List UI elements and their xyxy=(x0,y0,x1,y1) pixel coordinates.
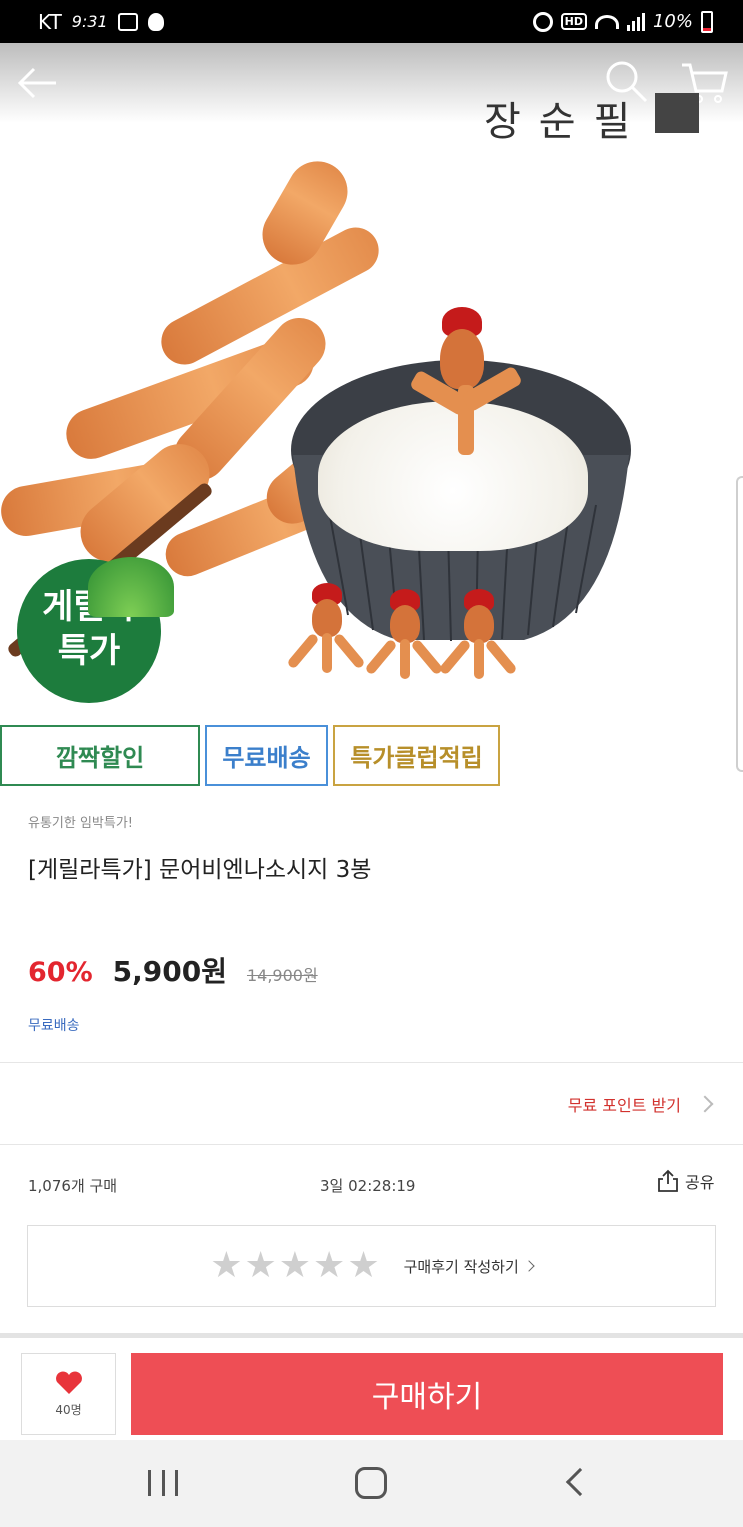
write-review-label: 구매후기 작성하기 xyxy=(403,1257,519,1276)
rating-stars: ★ ★ ★ ★ ★ xyxy=(210,1248,379,1284)
hd-icon: HD xyxy=(560,13,587,30)
wifi-icon xyxy=(594,14,619,29)
star-icon: ★ xyxy=(347,1245,380,1286)
divider xyxy=(0,1144,743,1145)
share-icon xyxy=(658,1169,678,1192)
system-back-button[interactable] xyxy=(565,1467,595,1497)
leaf-icon xyxy=(88,557,174,617)
buy-button[interactable]: 구매하기 xyxy=(131,1353,723,1435)
carrier-label: KT xyxy=(38,9,62,34)
countdown-timer: 3일 02:28:19 xyxy=(320,1177,416,1195)
product-title: [게릴라특가] 문어비엔나소시지 3봉 xyxy=(28,857,372,883)
share-label: 공유 xyxy=(685,1173,715,1192)
arrow-left-icon xyxy=(17,67,56,99)
chevron-right-icon xyxy=(523,1260,535,1272)
tag-club-points: 특가클럽적립 xyxy=(333,725,500,786)
battery-icon xyxy=(701,10,713,33)
brand-seal xyxy=(655,93,699,133)
benefit-tags: 깜짝할인 무료배송 특가클럽적립 xyxy=(0,725,743,787)
gallery-icon xyxy=(117,12,138,31)
shipping-info: 무료배송 xyxy=(28,1018,80,1034)
back-button[interactable] xyxy=(16,63,60,103)
recent-apps-button[interactable] xyxy=(148,1470,178,1496)
tag-surprise-discount: 깜짝할인 xyxy=(0,725,200,786)
product-image: 장순필 게릴라 특가 xyxy=(0,43,743,723)
star-icon: ★ xyxy=(244,1245,277,1286)
alarm-icon xyxy=(532,11,553,32)
purchase-count: 1,076개 구매 xyxy=(28,1177,118,1195)
heart-icon xyxy=(55,1371,82,1394)
stats-row: 1,076개 구매 3일 02:28:19 공유 xyxy=(0,1165,743,1209)
signal-icon xyxy=(626,12,645,31)
brand-logo: 장순필 xyxy=(484,99,649,145)
divider xyxy=(0,1062,743,1063)
home-button[interactable] xyxy=(355,1467,387,1499)
product-subtitle: 유통기한 임박특가! xyxy=(28,816,134,831)
purchase-action-bar: 40명 구매하기 xyxy=(0,1333,743,1440)
sale-price: 5,900원 xyxy=(112,955,227,988)
share-button[interactable]: 공유 xyxy=(657,1169,714,1193)
star-icon: ★ xyxy=(313,1245,346,1286)
battery-percent: 10% xyxy=(652,11,693,32)
badge-line2: 특가 xyxy=(57,631,121,671)
price-row: 60% 5,900원 14,900원 xyxy=(28,950,318,990)
original-price: 14,900원 xyxy=(246,966,318,985)
write-review-button[interactable]: ★ ★ ★ ★ ★ 구매후기 작성하기 xyxy=(27,1225,716,1307)
discount-rate: 60% xyxy=(28,957,93,988)
status-bar: KT 9:31 HD 10% xyxy=(0,0,743,43)
like-count: 40명 xyxy=(55,1402,82,1417)
chevron-right-icon xyxy=(696,1095,714,1113)
free-points-label: 무료 포인트 받기 xyxy=(567,1096,681,1115)
free-points-link[interactable]: 무료 포인트 받기 xyxy=(0,1064,743,1144)
notification-icon xyxy=(147,12,164,31)
system-nav-bar xyxy=(0,1440,743,1527)
clock: 9:31 xyxy=(71,12,108,31)
like-button[interactable]: 40명 xyxy=(21,1353,116,1435)
star-icon: ★ xyxy=(278,1245,312,1286)
tag-free-shipping: 무료배송 xyxy=(205,725,328,786)
star-icon: ★ xyxy=(210,1245,243,1286)
